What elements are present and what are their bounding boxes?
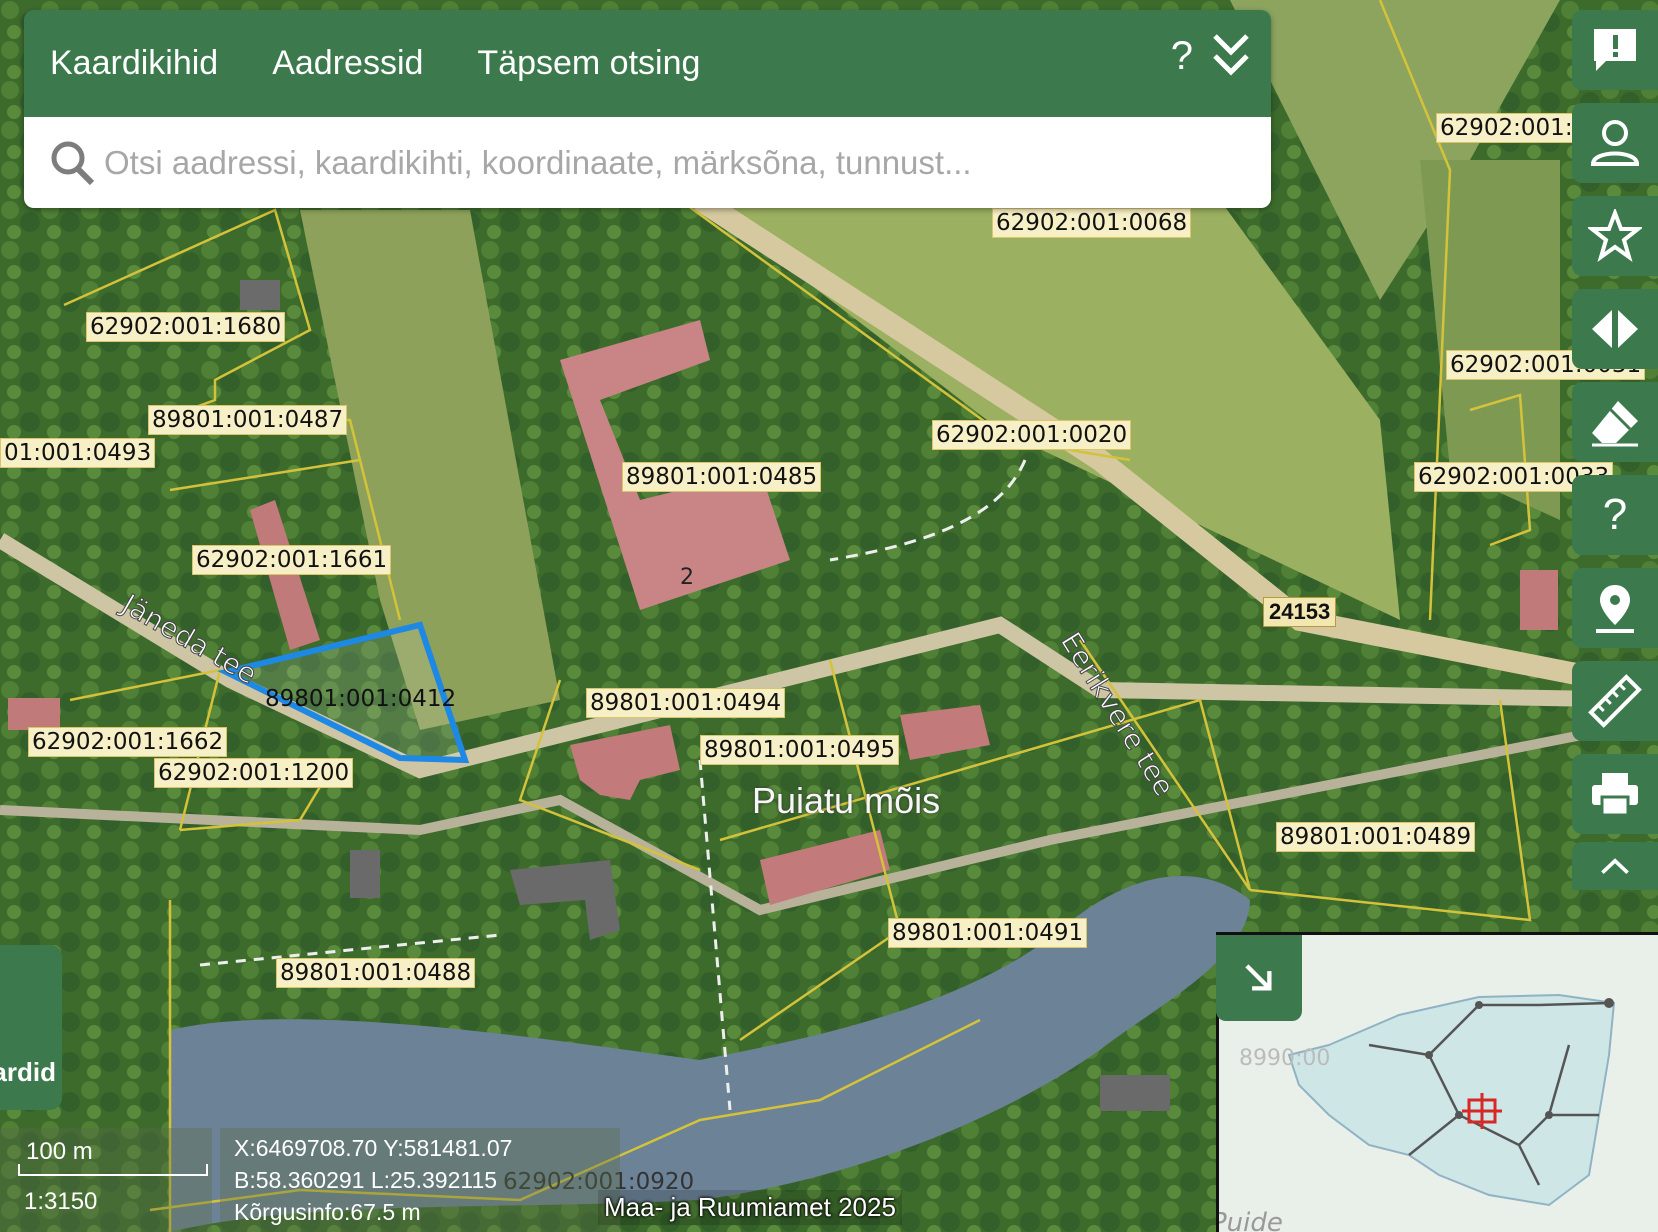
print-icon <box>1592 773 1638 817</box>
coordinates-readout: X:6469708.70 Y:581481.07 B:58.360291 L:2… <box>220 1128 620 1232</box>
double-chevron-down-icon <box>1213 34 1249 76</box>
ruler-icon <box>1588 674 1642 728</box>
scale-bar: 100 m 1:3150 <box>0 1128 212 1232</box>
feedback-icon <box>1594 29 1636 71</box>
compare-icon <box>1592 310 1638 348</box>
scale-line <box>18 1164 208 1176</box>
building-number: 2 <box>680 565 694 590</box>
search-tabs: Kaardikihid Aadressid Täpsem otsing ? <box>24 10 1271 117</box>
search-help-button[interactable]: ? <box>1171 34 1193 79</box>
left-side-tab[interactable]: ardid <box>0 945 62 1110</box>
eraser-icon <box>1592 401 1638 447</box>
location-icon <box>1596 585 1634 633</box>
scale-ratio: 1:3150 <box>24 1188 98 1215</box>
search-panel: Kaardikihid Aadressid Täpsem otsing ? <box>24 10 1271 208</box>
search-icon <box>51 141 95 185</box>
measure-button[interactable] <box>1572 661 1658 741</box>
eraser-button[interactable] <box>1572 382 1658 462</box>
toolbar-collapse-button[interactable] <box>1572 842 1658 890</box>
place-name-label: Puiatu mõis <box>752 780 941 821</box>
minimap-partial-label: 8990:00 <box>1239 1046 1330 1071</box>
help-icon: ? <box>1602 490 1628 539</box>
tab-aadressid[interactable]: Aadressid <box>246 44 423 83</box>
collapse-panel-button[interactable] <box>1209 30 1253 80</box>
left-tab-label: ardid <box>0 1057 56 1087</box>
star-icon <box>1588 209 1642 262</box>
arrow-down-right-icon <box>1245 964 1272 991</box>
tab-tapsem-otsing[interactable]: Täpsem otsing <box>451 44 700 83</box>
user-button[interactable] <box>1572 103 1658 183</box>
map-attribution: Maa- ja Ruumiamet 2025 <box>598 1190 902 1225</box>
favorites-button[interactable] <box>1572 196 1658 276</box>
help-button[interactable]: ? <box>1572 475 1658 555</box>
feedback-button[interactable] <box>1572 10 1658 90</box>
tab-kaardikihid[interactable]: Kaardikihid <box>24 44 218 83</box>
coords-height: Kõrgusinfo:67.5 m <box>234 1199 421 1225</box>
search-input[interactable] <box>102 142 1206 183</box>
user-icon <box>1590 120 1640 166</box>
coords-xy: X:6469708.70 Y:581481.07 <box>234 1135 513 1161</box>
minimap-town-label: Puide <box>1219 1208 1283 1232</box>
road-number-badge: 24153 <box>1263 597 1337 627</box>
location-button[interactable] <box>1572 568 1658 648</box>
minimap-toggle-button[interactable] <box>1216 935 1302 1021</box>
search-row <box>24 117 1271 208</box>
print-button[interactable] <box>1572 754 1658 834</box>
coords-bl: B:58.360291 L:25.392115 <box>234 1167 498 1193</box>
compare-button[interactable] <box>1572 289 1658 369</box>
chevron-up-icon <box>1601 858 1629 875</box>
scale-distance: 100 m <box>26 1138 93 1165</box>
